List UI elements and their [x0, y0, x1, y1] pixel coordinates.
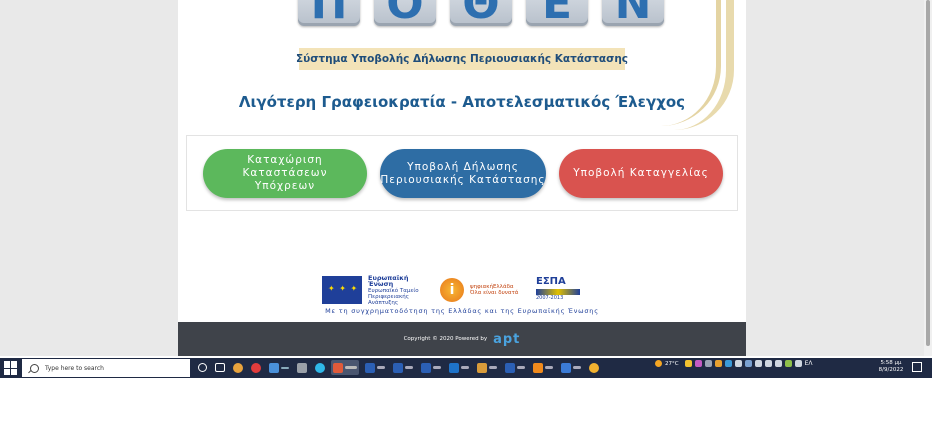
task-view-icon[interactable] — [196, 360, 209, 375]
action-buttons-panel: Καταχώριση Καταστάσεων Υπόχρεων Υποβολή … — [186, 135, 738, 211]
weather-icon — [655, 360, 662, 367]
tray-icon[interactable] — [714, 360, 722, 367]
subtitle-banner: Σύστημα Υποβολής Δήλωσης Περιουσιακής Κα… — [295, 48, 629, 70]
tray-icon[interactable] — [744, 360, 752, 367]
mail-icon[interactable] — [475, 360, 499, 375]
page-subtitle: Σύστημα Υποβολής Δήλωσης Περιουσιακής Κα… — [295, 53, 629, 65]
opera-icon[interactable] — [249, 360, 263, 375]
search-icon — [30, 363, 39, 373]
copyright-text: Copyright © 2020 Powered by — [403, 336, 488, 342]
tray-icon[interactable] — [704, 360, 712, 367]
button-label: Περιουσιακής Κατάστασης — [380, 173, 546, 186]
page-slogan: Λιγότερη Γραφειοκρατία - Αποτελεσματικός… — [238, 93, 686, 111]
battery-icon[interactable] — [774, 360, 782, 367]
espa-logo: ΕΣΠΑ 2007-2013 — [536, 276, 582, 304]
register-obligors-button[interactable]: Καταχώριση Καταστάσεων Υπόχρεων — [203, 149, 367, 198]
photos-icon[interactable] — [559, 360, 583, 375]
word-doc-icon[interactable] — [503, 360, 527, 375]
search-placeholder: Type here to search — [45, 364, 104, 372]
volume-icon[interactable] — [764, 360, 772, 367]
page-footer: Copyright © 2020 Powered by apt — [178, 322, 746, 356]
task-switch-icon[interactable] — [213, 360, 227, 375]
files-app-icon[interactable] — [267, 360, 291, 375]
clock-date: 8/9/2022 — [878, 367, 904, 373]
site-logo: Π Ο Θ Ε Ν — [298, 0, 664, 26]
scrollbar-thumb[interactable] — [926, 0, 930, 346]
language-indicator[interactable]: ΕΛ — [805, 360, 813, 367]
taskbar-apps — [196, 360, 601, 375]
logo-tile: Π — [298, 0, 360, 26]
windows-taskbar: Type here to search 27°C ΕΛ 5:58 μμ 8/9/… — [0, 358, 932, 378]
chrome-icon[interactable] — [231, 360, 245, 375]
eu-fund: Ευρωπαϊκό Ταμείο Περιφερειακής Ανάπτυξης — [368, 287, 419, 306]
logo-tile: Ο — [374, 0, 436, 26]
calculator-icon[interactable] — [295, 360, 309, 375]
eu-title: Ευρωπαϊκή Ένωση — [368, 273, 409, 288]
digital-greece-label: ψηφιακήΕλλάδα Όλα είναι δυνατά — [470, 284, 530, 296]
logo-tile: Ε — [526, 0, 588, 26]
system-tray: 27°C ΕΛ — [655, 360, 813, 367]
funding-logos: Ευρωπαϊκή Ένωση Ευρωπαϊκό Ταμείο Περιφερ… — [322, 274, 602, 306]
vlc-icon[interactable] — [531, 360, 555, 375]
word-doc-icon[interactable] — [363, 360, 387, 375]
tray-icon[interactable] — [684, 360, 692, 367]
espa-title: ΕΣΠΑ — [536, 276, 566, 287]
tray-icon[interactable] — [734, 360, 742, 367]
submit-complaint-button[interactable]: Υποβολή Καταγγελίας — [559, 149, 723, 198]
edge-icon[interactable] — [313, 360, 327, 375]
button-label: Υπόχρεων — [254, 180, 316, 192]
word-doc-icon[interactable] — [419, 360, 443, 375]
submit-declaration-button[interactable]: Υποβολή Δήλωσης Περιουσιακής Κατάστασης — [380, 149, 546, 198]
tray-icon[interactable] — [724, 360, 732, 367]
digital-sub: Όλα είναι δυνατά — [470, 290, 519, 296]
eu-flag-icon — [322, 276, 362, 304]
tray-icon[interactable] — [794, 360, 802, 367]
logo-tile: Θ — [450, 0, 512, 26]
taskbar-search-input[interactable]: Type here to search — [22, 359, 190, 377]
word-doc-icon[interactable] — [391, 360, 415, 375]
main-content: Π Ο Θ Ε Ν Σύστημα Υποβολής Δήλωσης Περιο… — [178, 0, 746, 356]
digital-greece-icon: i — [440, 278, 464, 302]
active-browser-icon[interactable] — [331, 360, 359, 375]
powered-by-link[interactable]: apt — [493, 332, 520, 347]
button-label: Καταχώριση Καταστάσεων — [242, 154, 328, 179]
button-label: Υποβολή Δήλωσης — [407, 160, 519, 173]
windows-start-icon[interactable] — [4, 361, 18, 375]
tray-icon[interactable] — [784, 360, 792, 367]
clock-time: 5:58 μμ — [880, 360, 902, 366]
chrome-icon[interactable] — [587, 360, 601, 375]
tray-icon[interactable] — [694, 360, 702, 367]
notifications-icon[interactable] — [912, 362, 922, 372]
espa-years: 2007-2013 — [536, 295, 564, 301]
button-label: Υποβολή Καταγγελίας — [573, 167, 709, 179]
outlook-icon[interactable] — [447, 360, 471, 375]
taskbar-clock[interactable]: 5:58 μμ 8/9/2022 — [876, 360, 906, 374]
cofunding-text: Με τη συγχρηματοδότηση της Ελλάδας και τ… — [325, 307, 599, 315]
weather-temp[interactable]: 27°C — [665, 361, 679, 367]
network-icon[interactable] — [754, 360, 762, 367]
eu-label: Ευρωπαϊκή Ένωση Ευρωπαϊκό Ταμείο Περιφερ… — [368, 273, 434, 306]
